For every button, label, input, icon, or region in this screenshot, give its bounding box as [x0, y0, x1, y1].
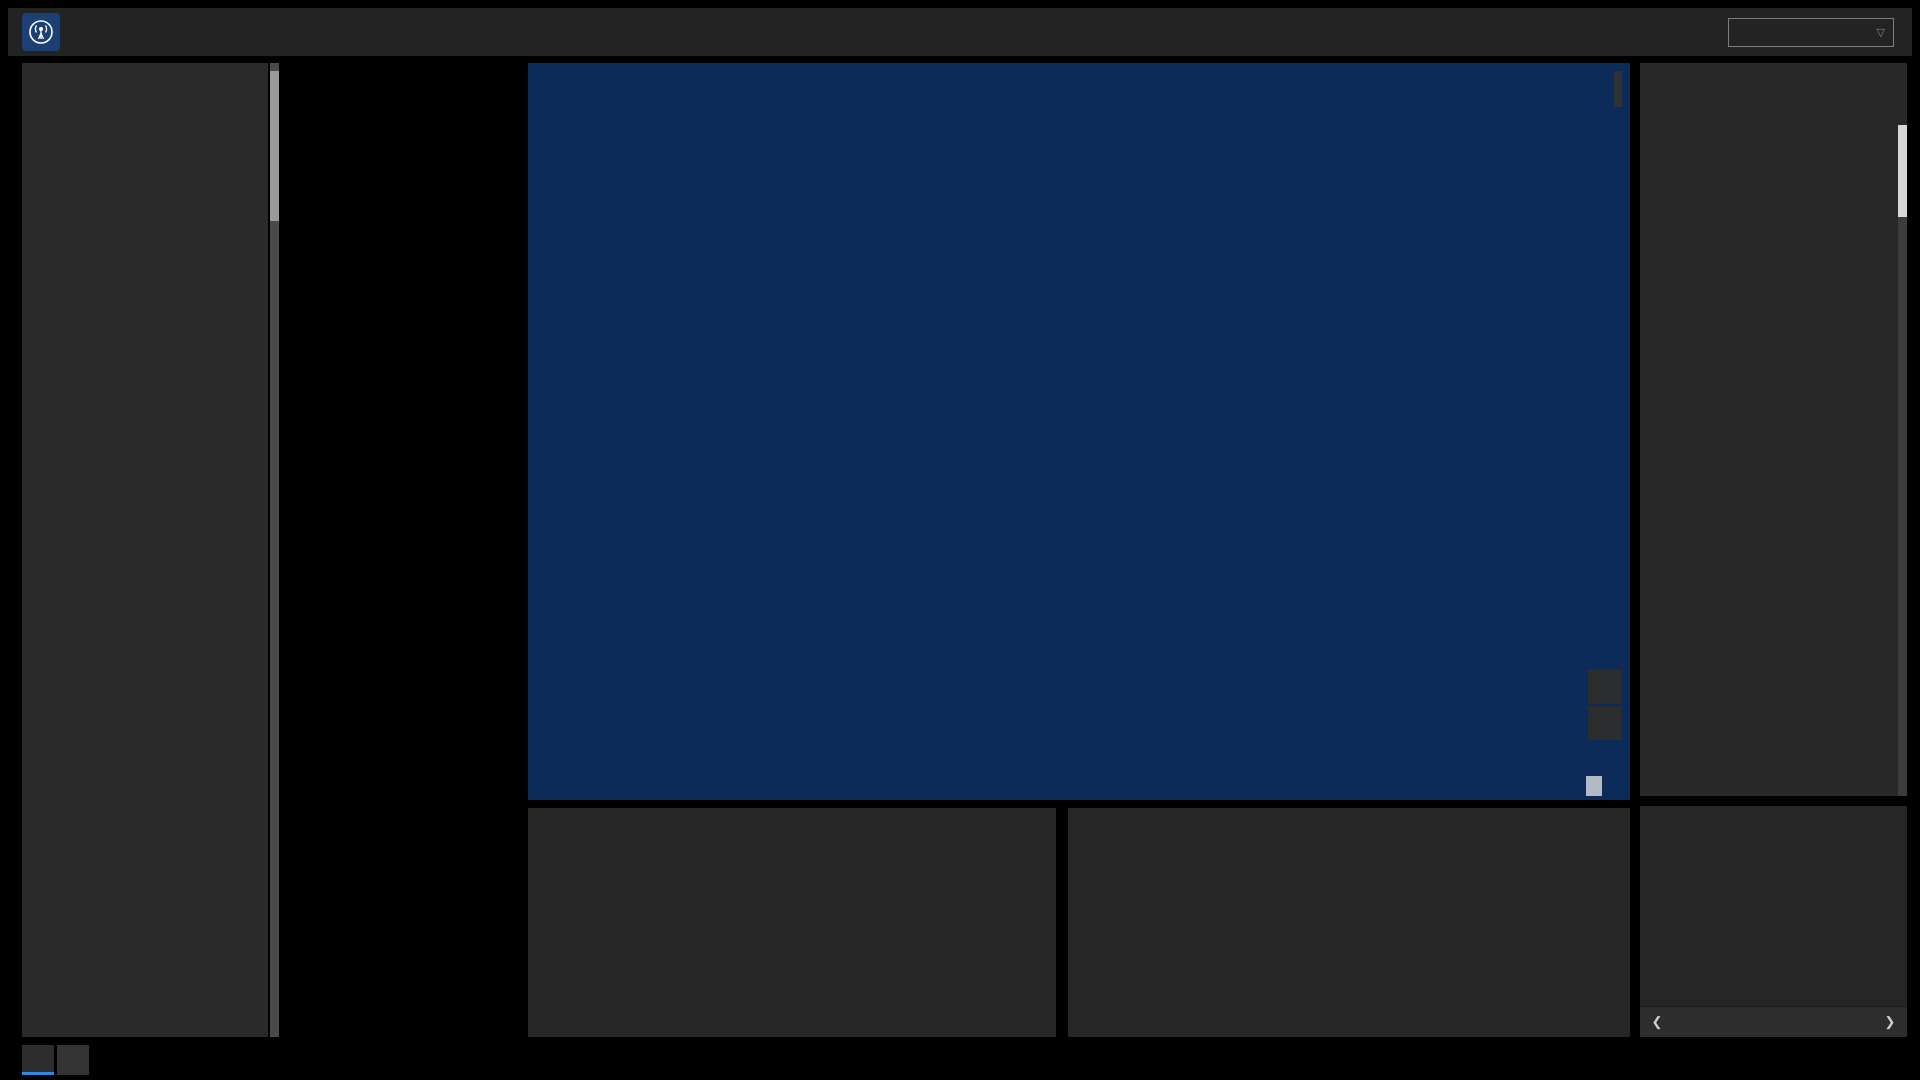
- sidebar-scrollbar[interactable]: [270, 63, 279, 1037]
- map-zoom-out-button[interactable]: [1588, 706, 1622, 740]
- chevron-right-icon[interactable]: ❯: [1873, 1014, 1907, 1030]
- map-basemap: [528, 63, 1630, 800]
- coverage-panel-title: [1640, 806, 1907, 820]
- county-list: [1640, 125, 1898, 744]
- county-list-scrollbar[interactable]: [1898, 125, 1907, 796]
- app-header: ▽: [8, 8, 1912, 56]
- coverage-map[interactable]: [528, 63, 1630, 800]
- triangle-down-icon: ▽: [1877, 26, 1885, 39]
- map-toolbar: [1614, 71, 1622, 107]
- psaps-chart-panel: [1068, 808, 1630, 1037]
- sidebar-scrollbar-thumb[interactable]: [270, 71, 279, 221]
- broadcast-tower-icon: [22, 13, 60, 51]
- map-attribution: [1586, 776, 1602, 796]
- tab-static[interactable]: [22, 1045, 54, 1075]
- tab-dirs[interactable]: [57, 1045, 89, 1075]
- state-select-dropdown[interactable]: ▽: [1728, 18, 1894, 47]
- stat-cards-column: [283, 63, 518, 1037]
- chevron-left-icon[interactable]: ❮: [1640, 1014, 1674, 1030]
- map-zoom-in-button[interactable]: [1588, 670, 1622, 704]
- county-list-scrollbar-thumb[interactable]: [1898, 125, 1907, 217]
- county-data-panel: [1640, 63, 1907, 796]
- legend-sidebar: [22, 63, 268, 1037]
- cell-towers-chart-panel: [528, 808, 1056, 1037]
- coverage-pager: ❮ ❯: [1640, 1006, 1907, 1037]
- county-panel-footer: [1640, 780, 1898, 796]
- county-panel-title: [1640, 63, 1907, 81]
- coverage-panel: ❮ ❯: [1640, 806, 1907, 1037]
- bottom-tab-bar: [22, 1045, 89, 1075]
